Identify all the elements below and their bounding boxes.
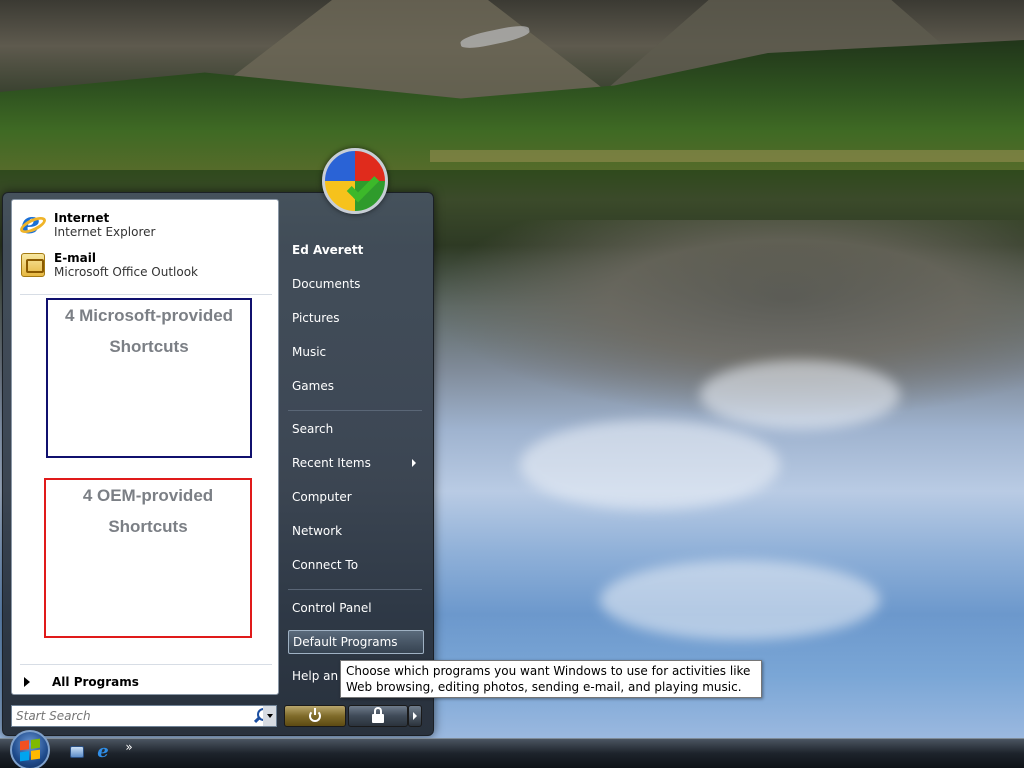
- microsoft-shortcuts-annotation: 4 Microsoft-provided Shortcuts: [46, 298, 252, 458]
- right-item-user[interactable]: Ed Averett: [288, 238, 424, 262]
- pinned-internet[interactable]: e Internet Internet Explorer: [17, 206, 274, 244]
- right-item-control-panel[interactable]: Control Panel: [288, 596, 424, 620]
- lock-button[interactable]: [348, 705, 408, 727]
- pinned-title: Internet: [54, 211, 110, 225]
- all-programs-label: All Programs: [52, 675, 139, 689]
- default-programs-tooltip: Choose which programs you want Windows t…: [340, 660, 762, 698]
- start-menu-left-pane: e Internet Internet Explorer E-mail Micr…: [11, 199, 279, 695]
- recent-items-label: Recent Items: [292, 456, 371, 470]
- right-item-default-programs[interactable]: Default Programs: [288, 630, 424, 654]
- right-item-computer[interactable]: Computer: [288, 485, 424, 509]
- cloud-reflection: [520, 420, 780, 510]
- start-search-input[interactable]: [16, 707, 252, 725]
- search-options-dropdown[interactable]: [263, 705, 277, 727]
- oem-shortcuts-annotation: 4 OEM-provided Shortcuts: [44, 478, 252, 638]
- annotation-label: 4 OEM-provided: [82, 486, 214, 505]
- power-icon: [309, 708, 321, 722]
- shoreline: [430, 150, 1024, 162]
- annotation-label: Shortcuts: [109, 337, 189, 356]
- cloud-reflection: [700, 360, 900, 430]
- right-item-music[interactable]: Music: [288, 340, 424, 364]
- windows-logo-icon: [20, 738, 40, 762]
- pinned-subtitle: Internet Explorer: [54, 225, 156, 239]
- divider: [288, 589, 422, 590]
- shutdown-options-button[interactable]: [408, 705, 422, 727]
- annotation-label: 4 Microsoft-provided: [64, 306, 234, 325]
- outlook-icon: [18, 250, 48, 280]
- right-item-connect-to[interactable]: Connect To: [288, 553, 424, 577]
- pinned-subtitle: Microsoft Office Outlook: [54, 265, 198, 279]
- divider: [288, 410, 422, 411]
- right-item-help[interactable]: Help and Support: [288, 664, 338, 688]
- pinned-email[interactable]: E-mail Microsoft Office Outlook: [18, 246, 274, 284]
- start-button[interactable]: [10, 730, 50, 768]
- taskbar: [0, 738, 1024, 768]
- right-item-pictures[interactable]: Pictures: [288, 306, 424, 330]
- quick-launch-overflow[interactable]: »: [120, 738, 138, 756]
- cloud-reflection: [600, 560, 880, 640]
- pinned-title: E-mail: [54, 251, 97, 265]
- internet-explorer-icon: e: [17, 209, 49, 240]
- right-item-search[interactable]: Search: [288, 417, 424, 441]
- submenu-arrow-icon: [412, 459, 416, 467]
- start-search-box[interactable]: [11, 705, 275, 727]
- divider: [20, 664, 272, 665]
- show-desktop-icon[interactable]: [68, 743, 86, 761]
- all-programs-button[interactable]: All Programs: [18, 670, 274, 694]
- right-item-documents[interactable]: Documents: [288, 272, 424, 296]
- right-item-games[interactable]: Games: [288, 374, 424, 398]
- arrow-right-icon: [24, 677, 30, 687]
- annotation-label: Shortcuts: [108, 517, 188, 536]
- divider: [20, 294, 272, 295]
- power-controls: [284, 705, 424, 727]
- right-item-recent-items[interactable]: Recent Items: [288, 451, 424, 475]
- power-button[interactable]: [284, 705, 346, 727]
- lock-icon: [372, 706, 384, 723]
- internet-explorer-icon[interactable]: e: [94, 743, 112, 761]
- right-item-network[interactable]: Network: [288, 519, 424, 543]
